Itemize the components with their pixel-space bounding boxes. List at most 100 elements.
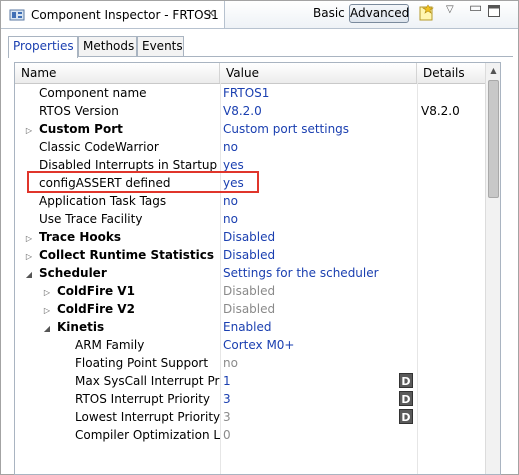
property-details [421,318,481,336]
property-details [421,174,481,192]
property-details: V8.2.0 [421,104,460,118]
column-header-details[interactable]: Details [417,63,485,83]
property-value[interactable]: 0 [223,426,419,444]
table-row[interactable]: Max SysCall Interrupt Priori1D [15,372,485,390]
minimize-icon[interactable]: ▭ [469,0,482,16]
table-row[interactable]: ◢ Kinetis Enabled [15,318,485,336]
property-value[interactable]: no [223,192,419,210]
expand-arrow-icon[interactable]: ▷ [42,302,52,318]
vertical-scrollbar[interactable]: ▲ [485,63,500,474]
scroll-up-icon[interactable]: ▲ [486,63,500,78]
property-value[interactable]: Enabled [223,318,419,336]
property-name: Custom Port [39,122,123,136]
property-name-cell: Compiler Optimization Lev [15,426,220,444]
expand-arrow-icon[interactable]: ▷ [24,122,34,138]
property-details [421,120,481,138]
property-details [421,336,481,354]
property-name-cell: Use Trace Facility [15,210,220,228]
property-name: RTOS Version [39,104,119,118]
tab-methods[interactable]: Methods [78,36,137,57]
property-name-cell: RTOS Interrupt Priority [15,390,220,408]
table-row[interactable]: Use Trace Facility no [15,210,485,228]
property-name: Use Trace Facility [39,212,143,226]
property-value[interactable]: no [223,354,419,372]
expand-arrow-icon[interactable]: ▷ [24,248,34,264]
tab-divider [8,56,513,57]
property-name-cell: Application Task Tags [15,192,220,210]
dialog-button[interactable]: D [399,409,413,424]
maximize-icon[interactable] [487,4,501,21]
property-name: Component name [39,86,147,100]
tab-events[interactable]: Events [137,36,184,57]
component-inspector-icon [9,8,25,25]
table-row[interactable]: Floating Point Support no [15,354,485,372]
property-value[interactable]: 3 [223,390,419,408]
property-value[interactable]: 1 [223,372,419,390]
property-name: Disabled Interrupts in Startup [39,158,218,172]
close-icon[interactable]: ✕ [206,7,215,20]
property-value[interactable]: no [223,138,419,156]
expand-arrow-icon[interactable]: ▷ [42,284,52,300]
table-row[interactable]: ▷ Collect Runtime Statistics Disabled [15,246,485,264]
table-row[interactable]: Component name FRTOS1 [15,84,485,102]
property-value[interactable]: Settings for the scheduler [223,264,419,282]
property-name: Collect Runtime Statistics [39,248,215,262]
table-row[interactable]: ◢ Scheduler Settings for the scheduler [15,264,485,282]
collapse-arrow-icon[interactable]: ◢ [42,320,52,336]
scrollbar-thumb[interactable] [488,80,499,198]
property-details [421,210,481,228]
property-name-cell: Classic CodeWarrior [15,138,220,156]
property-name: Application Task Tags [39,194,167,208]
property-details [421,228,481,246]
property-value[interactable]: Disabled [223,300,419,318]
basic-mode-button[interactable]: Basic [313,6,345,20]
column-header-name[interactable]: Name [15,63,220,83]
property-details [421,192,481,210]
collapse-arrow-icon[interactable]: ◢ [24,266,34,282]
property-value[interactable]: no [223,210,419,228]
table-row[interactable]: ARM Family Cortex M0+ [15,336,485,354]
property-name-cell: ▷ Trace Hooks [15,228,220,246]
table-row[interactable]: ▷ ColdFire V2 Disabled [15,300,485,318]
table-row[interactable]: Application Task Tags no [15,192,485,210]
table-header: Name Value Details [15,63,485,84]
property-name: Kinetis [57,320,105,334]
property-value[interactable]: Cortex M0+ [223,336,419,354]
properties-table: Name Value Details Component name FRTOS1 R… [14,62,501,475]
property-details [421,300,481,318]
table-row[interactable]: ▷ Trace Hooks Disabled [15,228,485,246]
dialog-button[interactable]: D [399,391,413,406]
table-row[interactable]: Classic CodeWarrior no [15,138,485,156]
property-name-cell: ▷ ColdFire V1 [15,282,220,300]
tab-properties[interactable]: Properties [8,36,78,58]
view-title: Component Inspector - FRTOS1 [31,8,219,22]
table-row[interactable]: Lowest Interrupt Priority 3 D [15,408,485,426]
column-header-value[interactable]: Value [220,63,417,83]
property-value[interactable]: 3 [223,408,419,426]
property-value[interactable]: Disabled [223,246,419,264]
property-name-cell: ARM Family [15,336,220,354]
table-row[interactable]: ▷ ColdFire V1 Disabled [15,282,485,300]
property-value[interactable]: Custom port settings [223,120,419,138]
property-value[interactable]: Disabled [223,282,419,300]
table-row[interactable]: RTOS Interrupt Priority 3 D [15,390,485,408]
advanced-mode-button[interactable]: Advanced [349,4,409,23]
property-name: ColdFire V2 [57,302,135,316]
view-tab-component-inspector[interactable]: Component Inspector - FRTOS1 ✕ [1,1,225,28]
property-details [421,354,481,372]
property-details [421,282,481,300]
dialog-button[interactable]: D [399,373,413,388]
table-row[interactable]: RTOS Version V8.2.0 V8.2.0 [15,102,485,120]
view-menu-icon[interactable]: ▽ [446,4,454,15]
property-value[interactable]: V8.2.0 [223,102,419,120]
property-value[interactable]: Disabled [223,228,419,246]
property-name: Scheduler [39,266,107,280]
table-row[interactable]: Compiler Optimization Lev 0 [15,426,485,444]
property-details [421,84,481,102]
property-details [421,372,481,390]
property-name: Floating Point Support [75,356,209,370]
table-row[interactable]: ▷ Custom Port Custom port settings [15,120,485,138]
property-value[interactable]: FRTOS1 [223,84,419,102]
expand-arrow-icon[interactable]: ▷ [24,230,34,246]
new-note-icon[interactable] [418,4,436,25]
